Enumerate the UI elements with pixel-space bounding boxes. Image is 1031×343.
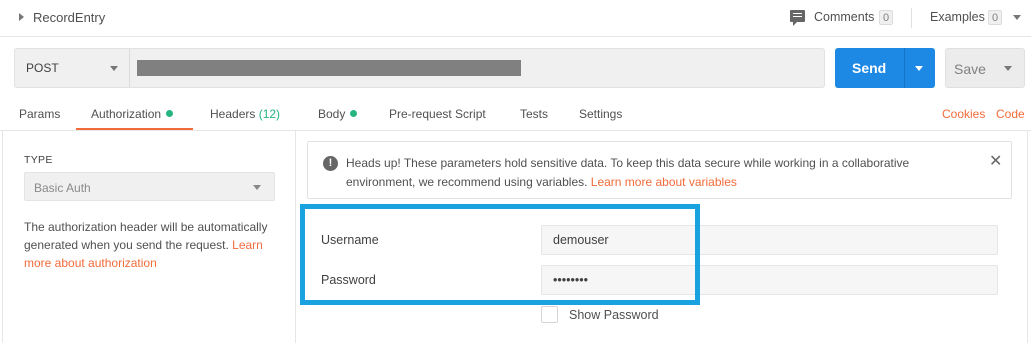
method-label: POST — [26, 61, 59, 75]
tab-label: Params — [19, 107, 61, 121]
send-options-chevron-icon[interactable] — [915, 66, 923, 71]
tab-body[interactable]: Body — [318, 107, 358, 121]
tab-label: Body — [318, 107, 346, 121]
save-options-chevron-icon[interactable] — [1004, 66, 1012, 71]
auth-type-label: TYPE — [24, 154, 53, 166]
send-label: Send — [852, 60, 887, 76]
comments-button[interactable]: Comments — [814, 10, 874, 24]
comments-count-badge: 0 — [879, 10, 894, 25]
examples-count-badge: 0 — [988, 10, 1003, 25]
divider — [911, 8, 912, 28]
learn-more-variables-link[interactable]: Learn more about variables — [591, 175, 737, 189]
tab-label: Authorization — [91, 107, 162, 121]
auth-type-value: Basic Auth — [34, 181, 91, 195]
expand-caret-icon[interactable] — [19, 13, 24, 21]
examples-button[interactable]: Examples — [930, 10, 985, 24]
info-icon: ! — [323, 156, 338, 171]
tab-pre-request-script[interactable]: Pre-request Script — [389, 107, 486, 121]
tab-params[interactable]: Params — [19, 107, 60, 121]
show-password-label[interactable]: Show Password — [569, 308, 659, 322]
active-tab-indicator — [76, 128, 193, 130]
sensitive-data-alert: ! Heads up! These parameters hold sensit… — [307, 141, 1012, 199]
code-link[interactable]: Code — [996, 107, 1025, 121]
alert-message: Heads up! These parameters hold sensitiv… — [346, 154, 966, 192]
tab-tests[interactable]: Tests — [520, 107, 548, 121]
save-button[interactable]: Save — [945, 48, 1025, 88]
tab-authorization[interactable]: Authorization — [91, 107, 174, 121]
tab-headers[interactable]: Headers (12) — [210, 107, 280, 121]
request-tabs: Params Authorization Headers (12) Body P… — [0, 96, 1031, 131]
comment-icon[interactable] — [790, 10, 805, 26]
auth-help-text: The authorization header will be automat… — [24, 218, 282, 272]
auth-type-select[interactable]: Basic Auth — [24, 172, 275, 201]
tab-settings[interactable]: Settings — [579, 107, 622, 121]
url-input-redacted[interactable] — [137, 60, 521, 76]
tab-label: Pre-request Script — [389, 107, 486, 121]
chevron-down-icon[interactable] — [1013, 15, 1021, 20]
tab-label: Headers — [210, 107, 256, 121]
status-dot-icon — [350, 110, 358, 117]
status-dot-icon — [166, 110, 174, 117]
method-select[interactable]: POST — [15, 49, 130, 87]
tab-label: Tests — [520, 107, 549, 121]
headers-count: (12) — [258, 107, 281, 121]
scroll-edge — [1027, 131, 1028, 343]
close-icon[interactable]: ✕ — [989, 154, 1002, 170]
send-split-divider — [904, 48, 905, 88]
request-name[interactable]: RecordEntry — [33, 10, 105, 25]
chevron-down-icon — [110, 66, 118, 71]
cookies-link[interactable]: Cookies — [942, 107, 985, 121]
show-password-checkbox[interactable] — [541, 306, 558, 323]
chevron-down-icon — [253, 185, 261, 190]
url-bar: POST — [14, 48, 825, 88]
request-title-bar: RecordEntry Comments 0 Examples 0 — [0, 0, 1031, 37]
save-label: Save — [954, 61, 986, 77]
annotation-highlight-box — [300, 204, 700, 305]
auth-help-body: The authorization header will be automat… — [24, 220, 268, 252]
tab-label: Settings — [579, 107, 623, 121]
send-button[interactable]: Send — [835, 48, 935, 88]
